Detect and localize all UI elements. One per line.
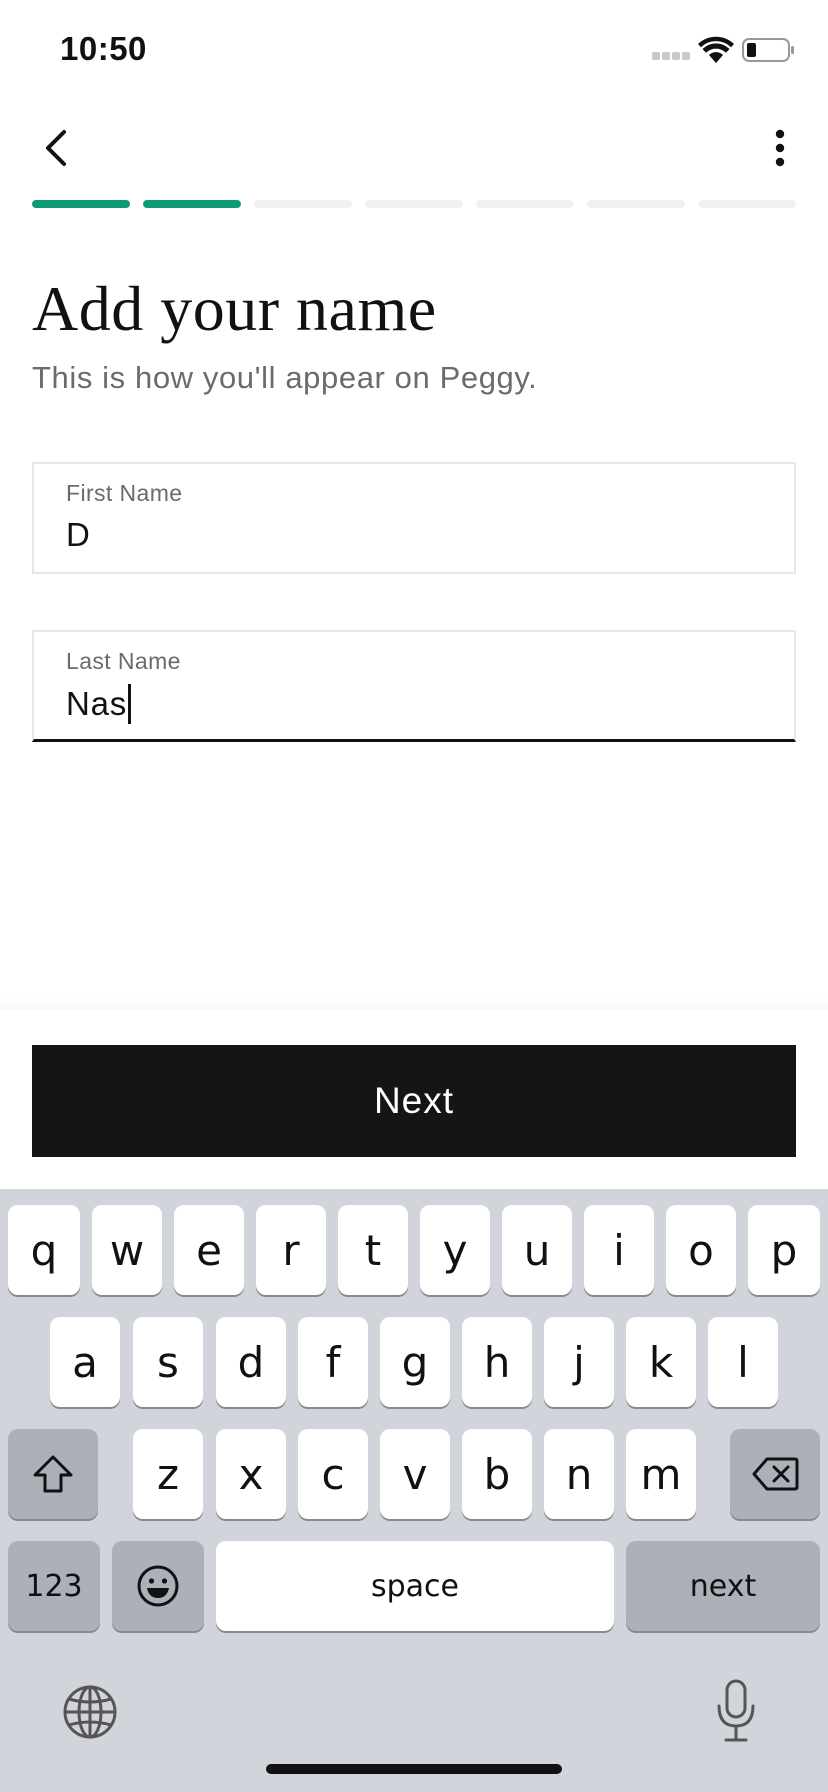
key[interactable]: f [298,1317,368,1407]
key[interactable]: b [462,1429,532,1519]
status-bar: 10:50 [0,0,828,96]
key[interactable]: p [748,1205,820,1295]
status-time: 10:50 [60,30,147,67]
emoji-key[interactable] [112,1541,204,1631]
cellular-signal-icon [652,52,690,62]
step-progress [32,200,796,208]
key[interactable]: r [256,1205,326,1295]
shift-key[interactable] [8,1429,98,1519]
first-name-value[interactable]: D [66,516,91,554]
progress-step [587,200,685,208]
key[interactable]: t [338,1205,408,1295]
first-name-text: D [66,516,91,553]
progress-step [365,200,463,208]
key[interactable]: k [626,1317,696,1407]
key[interactable]: y [420,1205,490,1295]
key[interactable]: x [216,1429,286,1519]
more-options-button[interactable] [762,122,798,174]
progress-step [143,200,241,208]
space-key[interactable]: space [216,1541,614,1631]
key[interactable]: o [666,1205,736,1295]
emoji-smile-icon [137,1565,179,1607]
globe-icon[interactable] [62,1684,118,1740]
page-subtitle: This is how you'll appear on Peggy. [32,360,538,395]
last-name-text: Nas [66,685,128,722]
key[interactable]: c [298,1429,368,1519]
key[interactable]: e [174,1205,244,1295]
vertical-ellipsis-icon [775,129,785,167]
key[interactable]: g [380,1317,450,1407]
numbers-key[interactable]: 123 [8,1541,100,1631]
last-name-value[interactable]: Nas [66,684,132,724]
backspace-icon [752,1457,799,1491]
key[interactable]: s [133,1317,203,1407]
progress-step [476,200,574,208]
key[interactable]: v [380,1429,450,1519]
progress-step [32,200,130,208]
wifi-icon [698,36,734,63]
key[interactable]: u [502,1205,572,1295]
text-caret [128,684,132,724]
key[interactable]: j [544,1317,614,1407]
back-button[interactable] [36,120,80,176]
key[interactable]: z [133,1429,203,1519]
key[interactable]: m [626,1429,696,1519]
key[interactable]: n [544,1429,614,1519]
first-name-label: First Name [66,480,183,506]
page-title: Add your name [32,273,437,344]
microphone-icon[interactable] [714,1678,758,1744]
key[interactable]: i [584,1205,654,1295]
shift-arrow-icon [33,1455,73,1493]
return-key[interactable]: next [626,1541,820,1631]
key[interactable]: h [462,1317,532,1407]
key[interactable]: d [216,1317,286,1407]
battery-icon [742,38,794,62]
next-button[interactable]: Next [32,1045,796,1157]
key[interactable]: q [8,1205,80,1295]
first-name-field[interactable]: First Name D [32,462,796,574]
delete-key[interactable] [730,1429,820,1519]
home-indicator [266,1764,562,1774]
key[interactable]: a [50,1317,120,1407]
last-name-field[interactable]: Last Name Nas [32,630,796,742]
key[interactable]: w [92,1205,162,1295]
chevron-left-icon [46,130,66,166]
key[interactable]: l [708,1317,778,1407]
progress-step [698,200,796,208]
progress-step [254,200,352,208]
last-name-label: Last Name [66,648,181,674]
